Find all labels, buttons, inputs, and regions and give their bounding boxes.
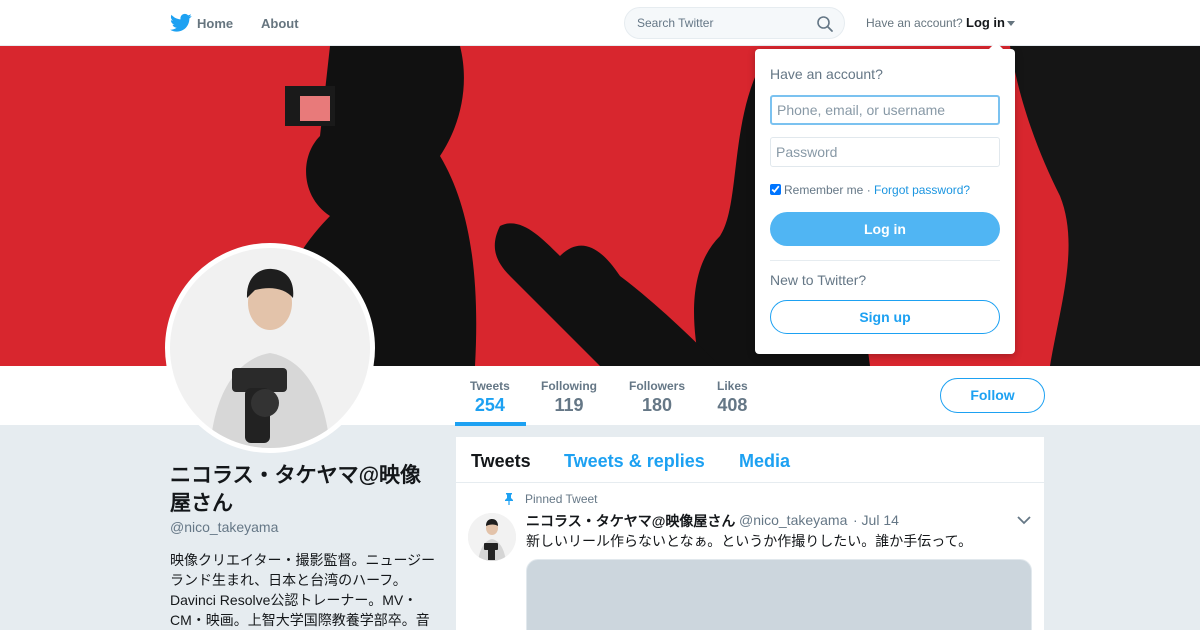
follow-button[interactable]: Follow [940,378,1045,413]
top-navigation: Home About Search Twitter Have an accoun… [0,0,1200,46]
forgot-password-link[interactable]: Forgot password? [874,183,970,197]
tweet-timestamp[interactable]: · Jul 14 [853,512,899,528]
profile-bio: 映像クリエイター・撮影監督。ニュージーランド生まれ、日本と台湾のハーフ。Davi… [170,552,436,628]
signup-button[interactable]: Sign up [770,300,1000,334]
stat-label: Following [541,379,597,393]
stat-likes[interactable]: Likes 408 [717,379,748,416]
caret-down-icon[interactable] [1007,21,1015,26]
twitter-bird-icon[interactable] [170,13,192,33]
stat-label: Followers [629,379,686,393]
remember-me-checkbox[interactable] [770,184,781,195]
stat-value: 119 [554,395,584,415]
login-dropdown: Have an account? Remember me · Forgot pa… [755,42,1015,354]
password-field[interactable] [770,137,1000,167]
remember-separator: · [866,183,871,197]
tab-tweets-replies[interactable]: Tweets & replies [564,451,705,472]
stat-label: Tweets [470,379,510,393]
avatar[interactable] [165,243,375,453]
nav-home-link[interactable]: Home [197,16,233,31]
have-account-text: Have an account? [866,16,963,30]
remember-me-label[interactable]: Remember me [784,183,863,197]
search-placeholder: Search Twitter [637,16,714,30]
stat-value: 180 [641,395,673,415]
tweet-text: 新しいリール作らないとなぁ。というか作撮りしたい。誰か手伝って。 [526,533,973,549]
stat-tweets[interactable]: Tweets 254 [470,379,510,416]
tweet-avatar-image [468,513,516,561]
avatar-image [170,248,370,448]
tweet-author-handle[interactable]: @nico_takeyama [739,512,847,528]
stat-followers[interactable]: Followers 180 [629,379,685,416]
tweet-avatar[interactable] [468,513,516,561]
profile-name: ニコラス・タケヤマ@映像屋さん [170,464,422,515]
stat-label: Likes [717,379,748,393]
stat-value: 408 [717,395,748,415]
remember-row: Remember me · Forgot password? [770,183,970,197]
active-stat-underline [455,422,526,426]
profile-handle[interactable]: @nico_takeyama [170,519,278,535]
tab-tweets[interactable]: Tweets [471,451,531,472]
timeline: Tweets Tweets & replies Media Pinned Twe… [456,437,1044,630]
search-icon[interactable] [816,15,834,33]
stat-value: 254 [474,395,505,415]
tweet-author-name[interactable]: ニコラス・タケヤマ@映像屋さん [526,511,735,531]
tweet-media[interactable] [526,559,1032,630]
pinned-tweet-label: Pinned Tweet [525,492,598,506]
tab-media[interactable]: Media [739,451,790,472]
login-menu-toggle[interactable]: Log in [966,15,1005,30]
dropdown-title: Have an account? [770,66,883,82]
stat-following[interactable]: Following 119 [541,379,597,416]
timeline-tabs: Tweets Tweets & replies Media [456,437,1044,483]
login-button[interactable]: Log in [770,212,1000,246]
dropdown-divider [770,260,1000,261]
username-field[interactable] [770,95,1000,125]
nav-about-link[interactable]: About [261,16,299,31]
dropdown-arrow [988,42,1004,50]
chevron-down-icon[interactable] [1017,515,1031,525]
pin-icon [505,493,513,505]
new-to-twitter-text: New to Twitter? [770,272,867,288]
search-input[interactable]: Search Twitter [624,7,845,39]
